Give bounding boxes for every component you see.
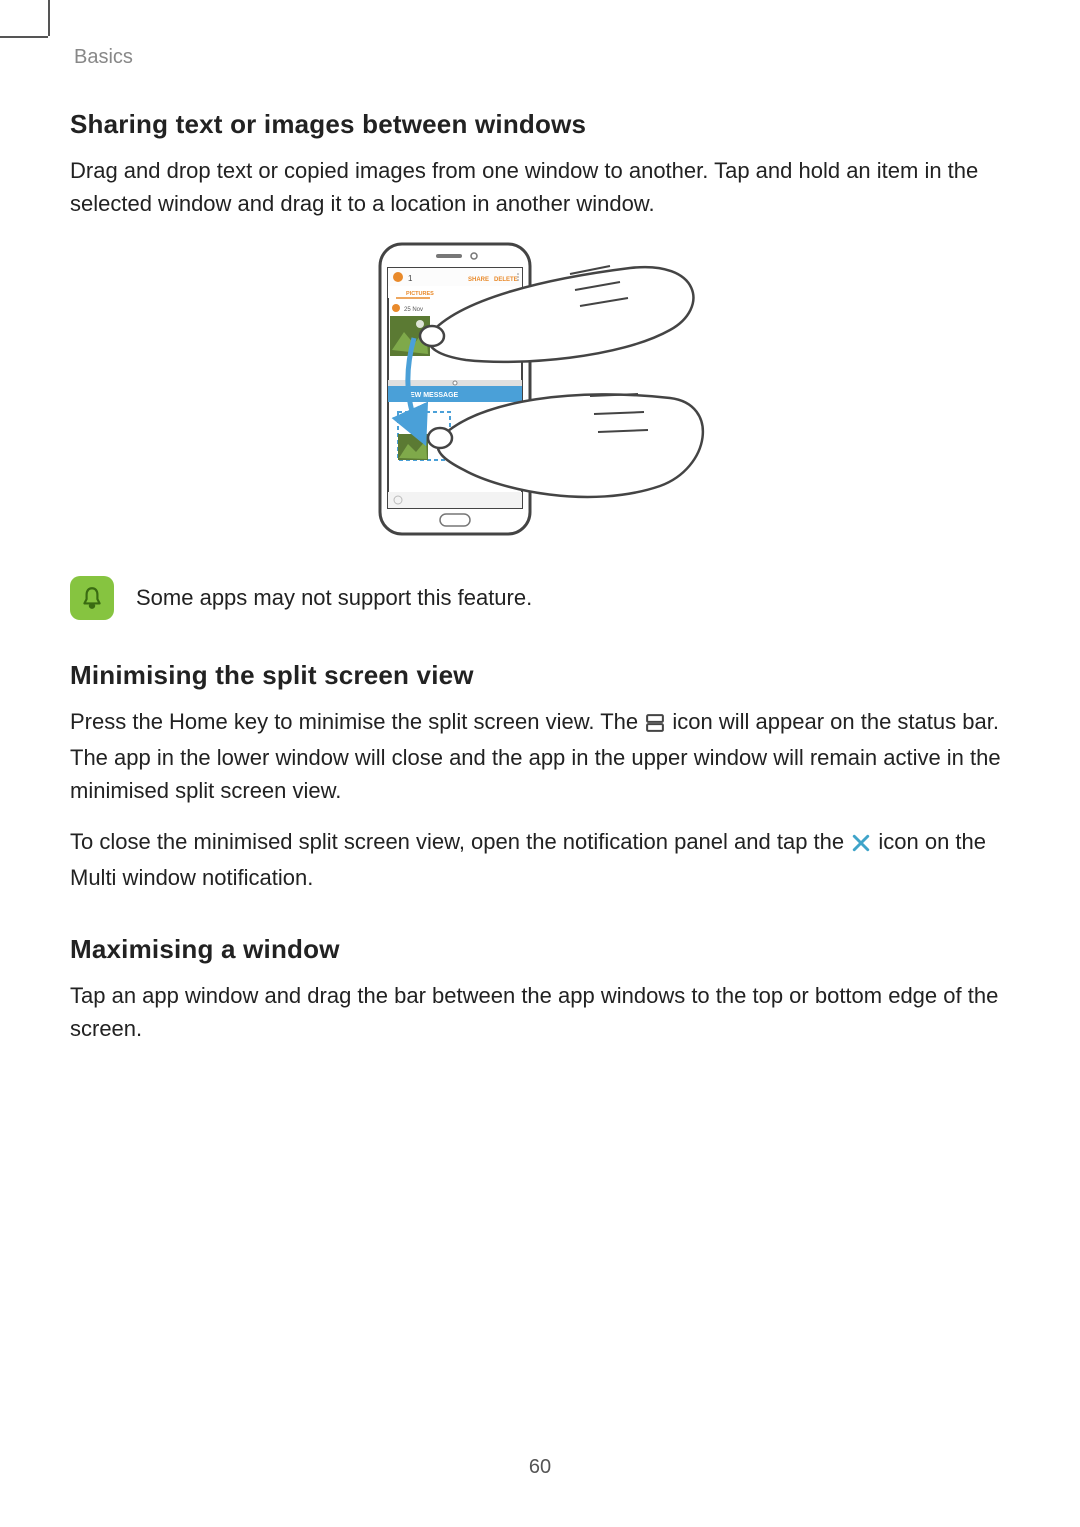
heading-minimise: Minimising the split screen view <box>70 660 1010 691</box>
manual-page: Basics Sharing text or images between wi… <box>0 0 1080 1527</box>
split-screen-icon <box>646 708 664 741</box>
heading-maximise: Maximising a window <box>70 934 1010 965</box>
section-label: Basics <box>74 46 1010 69</box>
drag-drop-illustration: 1 SHARE DELETE PICTURES 25 Nov EW MESSAG… <box>70 238 1010 548</box>
fig-delete: DELETE <box>494 277 518 283</box>
phone-illustration-svg: 1 SHARE DELETE PICTURES 25 Nov EW MESSAG… <box>370 238 710 548</box>
paragraph-sharing: Drag and drop text or copied images from… <box>70 154 1010 220</box>
fig-banner: EW MESSAGE <box>410 392 459 399</box>
fig-tab1: PICTURES <box>406 291 434 297</box>
minimise2-text-a: To close the minimised split screen view… <box>70 829 850 854</box>
fig-share: SHARE <box>468 277 489 283</box>
paragraph-minimise-1: Press the Home key to minimise the split… <box>70 705 1010 807</box>
bell-icon <box>70 576 114 620</box>
close-icon <box>852 828 870 861</box>
heading-sharing: Sharing text or images between windows <box>70 109 1010 140</box>
minimise-text-a: Press the Home key to minimise the split… <box>70 709 644 734</box>
page-number: 60 <box>0 1456 1080 1479</box>
crop-mark-vertical <box>48 0 50 36</box>
note-text: Some apps may not support this feature. <box>136 585 532 611</box>
paragraph-minimise-2: To close the minimised split screen view… <box>70 825 1010 894</box>
paragraph-maximise: Tap an app window and drag the bar betwe… <box>70 979 1010 1045</box>
note-callout: Some apps may not support this feature. <box>70 576 1010 620</box>
fig-date: 25 Nov <box>404 307 423 313</box>
crop-mark-horizontal <box>0 36 48 38</box>
fig-count: 1 <box>408 274 413 283</box>
